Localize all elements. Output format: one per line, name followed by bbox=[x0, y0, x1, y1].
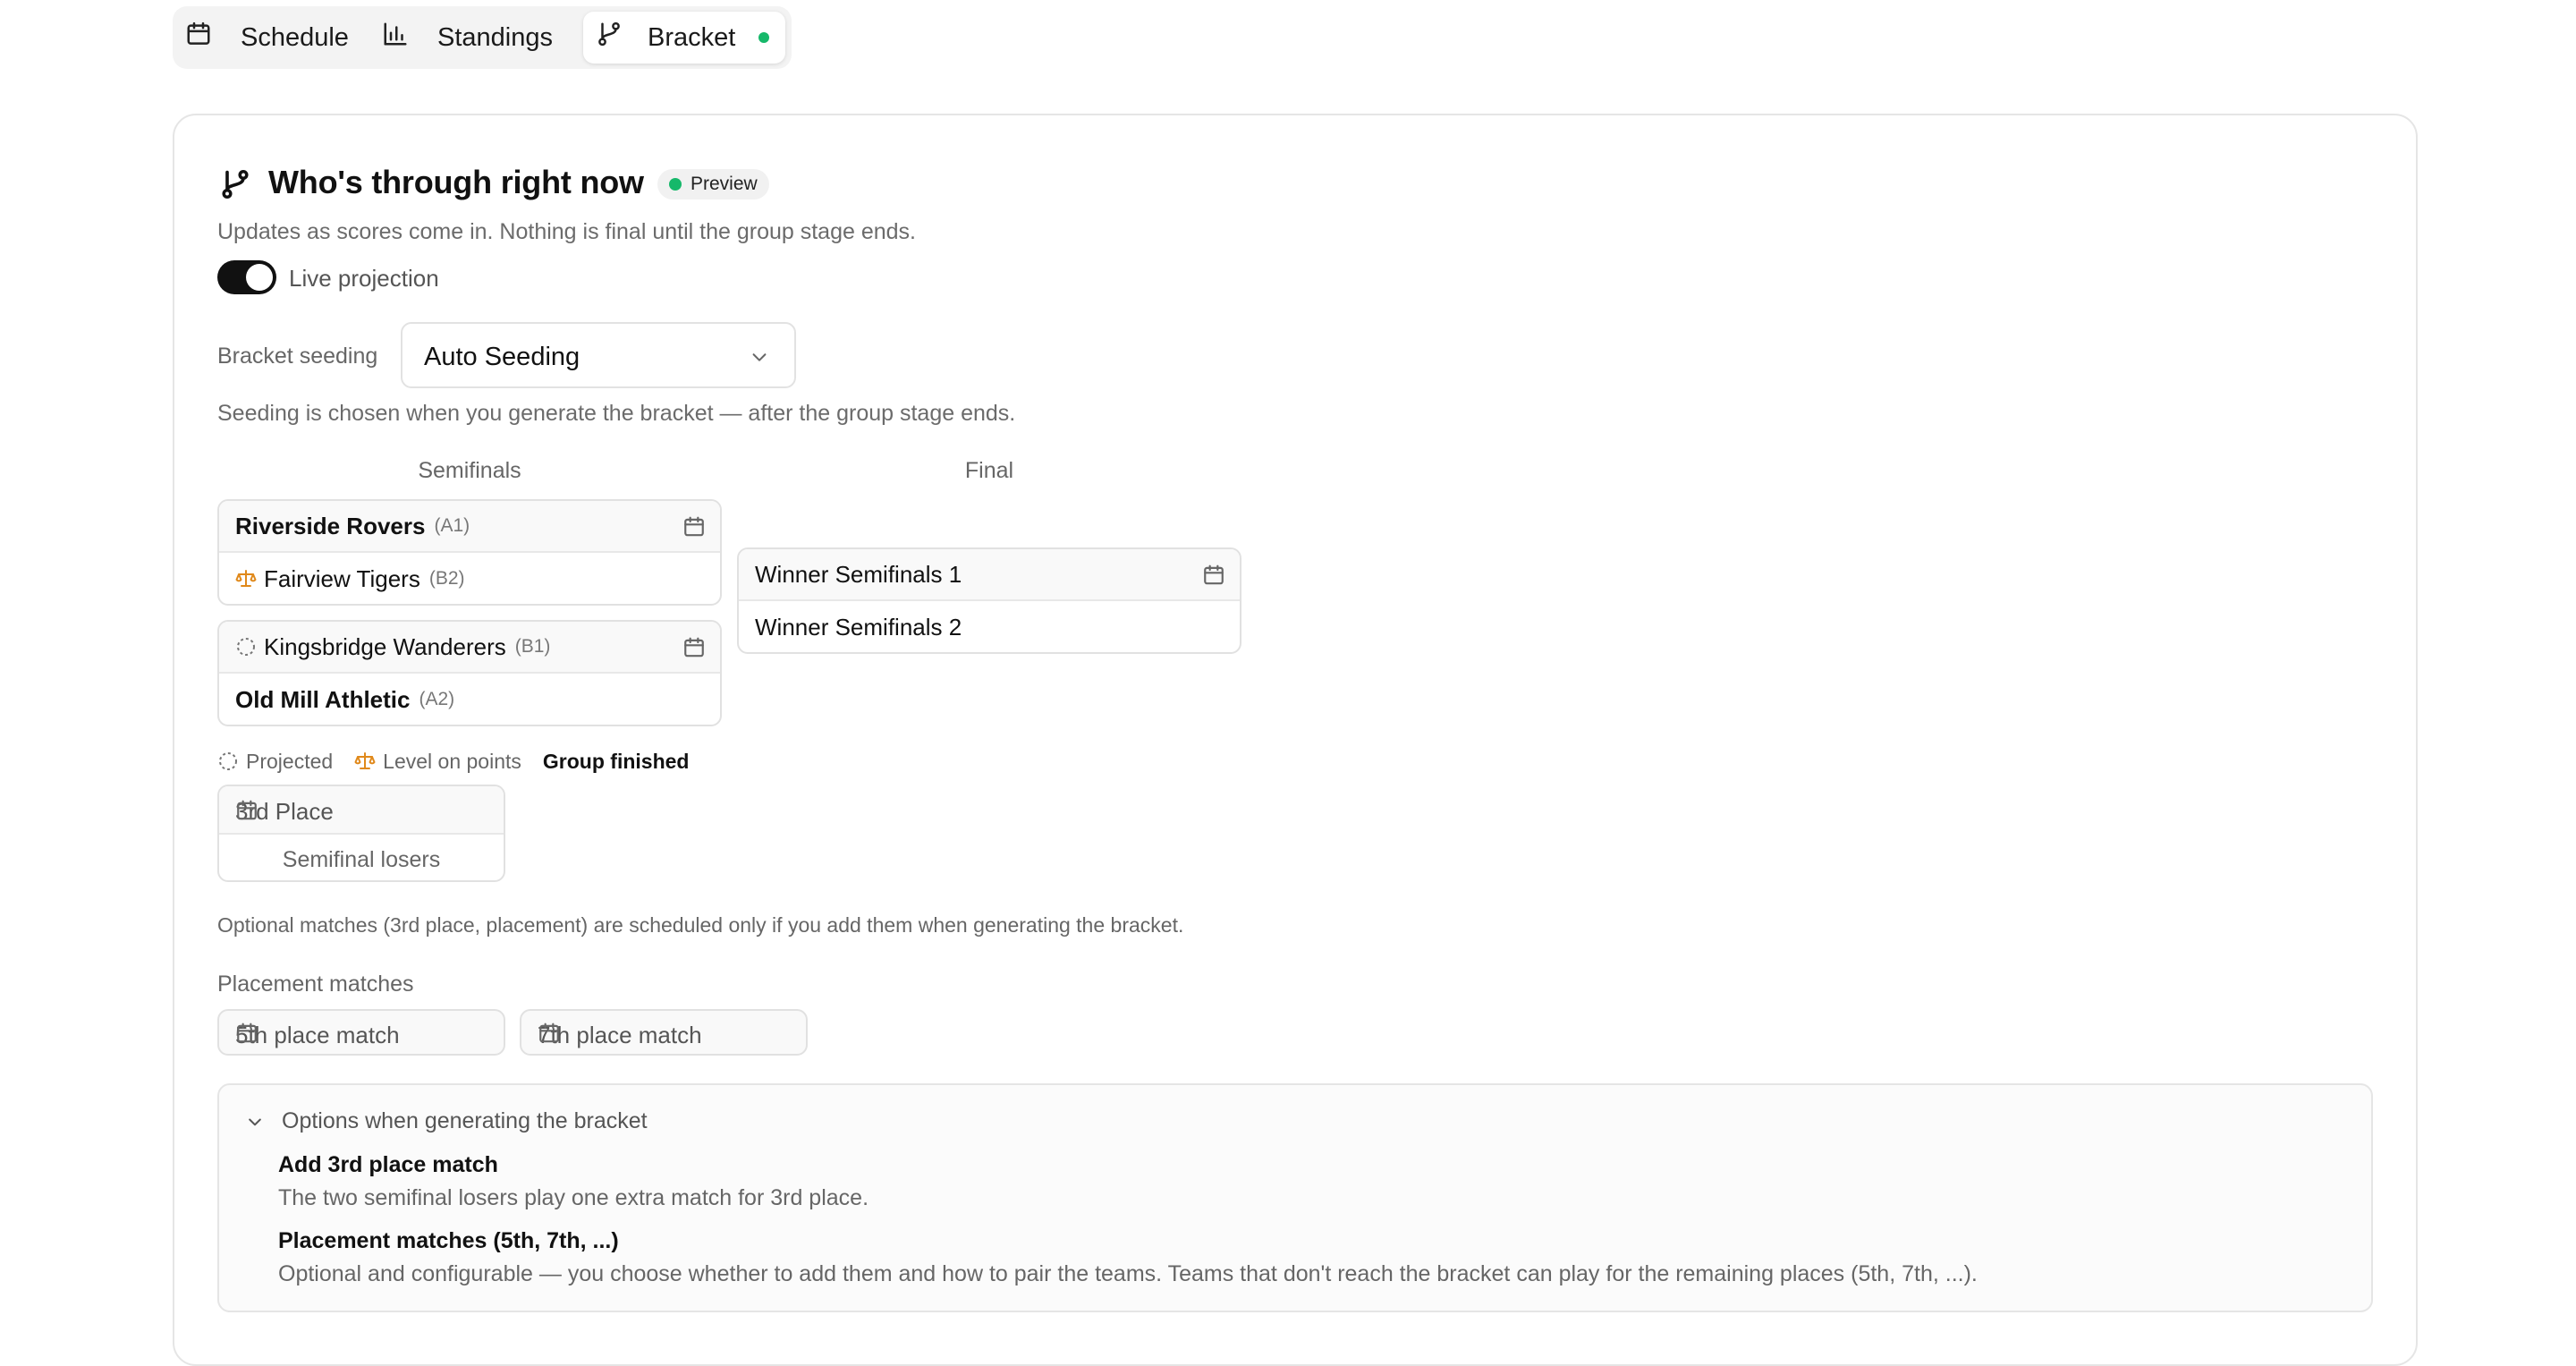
team-name: Winner Semifinals 1 bbox=[755, 560, 962, 588]
match-away-row: Fairview Tigers (B2) bbox=[219, 553, 720, 604]
live-projection-label: Live projection bbox=[289, 265, 439, 292]
third-place-match[interactable]: 3rd Place Semifinal losers bbox=[217, 785, 505, 882]
tab-label: Schedule bbox=[241, 22, 349, 52]
seeding-note: Seeding is chosen when you generate the … bbox=[217, 401, 1016, 426]
calendar-icon[interactable] bbox=[682, 636, 706, 659]
team-name: Old Mill Athletic bbox=[235, 685, 411, 713]
team-name: Winner Semifinals 2 bbox=[755, 613, 962, 641]
match-home-row: Kingsbridge Wanderers (B1) bbox=[219, 622, 720, 674]
chevron-down-icon bbox=[249, 1118, 261, 1125]
optional-matches-note: Optional matches (3rd place, placement) … bbox=[217, 913, 1184, 937]
team-seed: (B1) bbox=[514, 636, 551, 657]
status-dot bbox=[669, 178, 682, 191]
legend-projected: Projected bbox=[217, 750, 333, 774]
git-branch-icon bbox=[219, 167, 251, 201]
options-toggle[interactable]: Options when generating the bracket bbox=[246, 1108, 648, 1134]
status-dot bbox=[758, 32, 770, 43]
option-title: Placement matches (5th, 7th, ...) bbox=[278, 1228, 619, 1253]
tab-label: Standings bbox=[437, 22, 553, 52]
placement-match-7th[interactable]: 7th place match bbox=[520, 1009, 808, 1056]
calendar-icon[interactable] bbox=[1202, 564, 1225, 587]
placement-matches-label: Placement matches bbox=[217, 971, 414, 997]
view-tabs: Schedule Standings Bracket bbox=[173, 6, 792, 69]
preview-badge: Preview bbox=[657, 169, 769, 199]
calendar-icon[interactable] bbox=[682, 515, 706, 539]
team-seed: (A1) bbox=[434, 515, 470, 536]
bracket-seeding-label: Bracket seeding bbox=[217, 344, 378, 369]
badge-label: Preview bbox=[691, 174, 758, 194]
live-projection-toggle[interactable] bbox=[217, 260, 276, 294]
toggle-knob bbox=[246, 264, 273, 291]
tab-schedule[interactable]: Schedule bbox=[185, 12, 382, 64]
tab-label: Bracket bbox=[648, 22, 736, 52]
tab-standings[interactable]: Standings bbox=[382, 12, 579, 64]
legend-label: Level on points bbox=[383, 749, 521, 773]
match-home-row: Riverside Rovers (A1) bbox=[219, 501, 720, 553]
round-header-final: Final bbox=[964, 458, 1014, 483]
semifinal-match-2[interactable]: Kingsbridge Wanderers (B1) Old Mill Athl… bbox=[217, 620, 722, 726]
generation-options-panel: Options when generating the bracket Add … bbox=[217, 1083, 2373, 1312]
bracket-legend: Projected Level on points Group finished bbox=[217, 748, 710, 775]
legend-label: Group finished bbox=[542, 749, 690, 773]
third-place-header: 3rd Place bbox=[219, 786, 504, 835]
calendar-icon[interactable] bbox=[538, 1022, 561, 1045]
team-seed: (B2) bbox=[428, 568, 465, 589]
option-title: Add 3rd place match bbox=[278, 1152, 498, 1177]
placement-match-label: 5th place match bbox=[235, 1022, 400, 1048]
legend-finished: Group finished bbox=[543, 750, 690, 774]
bracket-seeding-select[interactable]: Auto Seeding bbox=[401, 322, 796, 388]
final-match[interactable]: Winner Semifinals 1 Winner Semifinals 2 bbox=[737, 547, 1241, 654]
placement-match-label: 7th place match bbox=[538, 1022, 702, 1048]
legend-level: Level on points bbox=[354, 750, 521, 774]
select-value: Auto Seeding bbox=[424, 343, 580, 371]
git-branch-icon bbox=[596, 21, 623, 55]
dashed-circle-icon bbox=[219, 752, 237, 770]
chevron-down-icon bbox=[752, 353, 767, 361]
match-away-row: Old Mill Athletic (A2) bbox=[219, 674, 720, 725]
dashed-circle-icon bbox=[235, 636, 257, 658]
scale-icon bbox=[235, 568, 257, 590]
semifinal-match-1[interactable]: Riverside Rovers (A1) Fairview Tigers (B… bbox=[217, 499, 722, 606]
team-name: Fairview Tigers bbox=[264, 564, 420, 592]
page-title: Who's through right now bbox=[268, 164, 644, 200]
option-description: Optional and configurable — you choose w… bbox=[278, 1261, 1978, 1286]
calendar-icon[interactable] bbox=[235, 799, 258, 822]
tab-bracket[interactable]: Bracket bbox=[583, 12, 785, 64]
calendar-icon[interactable] bbox=[235, 1022, 258, 1045]
legend-label: Projected bbox=[246, 749, 334, 773]
calendar-icon bbox=[185, 21, 212, 55]
page-subtitle: Updates as scores come in. Nothing is fi… bbox=[217, 219, 916, 244]
options-heading: Options when generating the bracket bbox=[282, 1108, 648, 1133]
bar-chart-icon bbox=[382, 21, 409, 55]
option-description: The two semifinal losers play one extra … bbox=[278, 1185, 869, 1210]
scale-icon bbox=[354, 752, 376, 769]
team-name: Riverside Rovers bbox=[235, 512, 426, 539]
placement-match-5th[interactable]: 5th place match bbox=[217, 1009, 505, 1056]
round-header-semifinals: Semifinals bbox=[418, 458, 521, 483]
team-name: Kingsbridge Wanderers bbox=[264, 632, 506, 660]
match-home-row: Winner Semifinals 1 bbox=[739, 549, 1240, 601]
third-place-subtitle: Semifinal losers bbox=[282, 847, 441, 872]
team-seed: (A2) bbox=[419, 689, 455, 709]
match-away-row: Winner Semifinals 2 bbox=[739, 601, 1240, 652]
